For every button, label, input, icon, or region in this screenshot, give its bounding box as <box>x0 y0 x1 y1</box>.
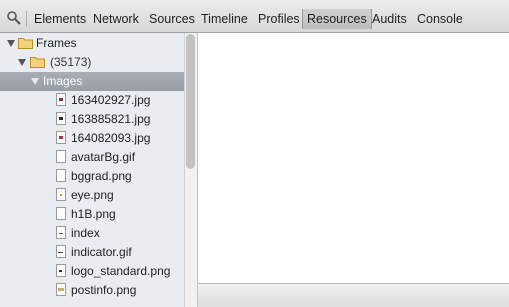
blank-file-icon <box>56 207 66 220</box>
image-file-icon <box>56 188 66 201</box>
tree-item-images[interactable]: Images <box>0 72 184 91</box>
resource-preview-pane <box>198 33 509 283</box>
file-name: 164082093.jpg <box>71 131 151 145</box>
file-name: 163885821.jpg <box>71 112 151 126</box>
file-name: avatarBg.gif <box>71 150 136 164</box>
toolbar-separator <box>26 11 27 27</box>
file-name: postinfo.png <box>71 283 137 297</box>
file-item[interactable]: 164082093.jpg <box>0 129 184 148</box>
file-item[interactable]: 163885821.jpg <box>0 110 184 129</box>
expand-triangle-icon[interactable] <box>18 59 26 66</box>
tab-network[interactable]: Network <box>90 9 142 29</box>
blank-file-icon <box>56 226 66 239</box>
file-name: bggrad.png <box>71 169 132 183</box>
tree-item-frames[interactable]: Frames <box>0 34 184 53</box>
file-item[interactable]: h1B.png <box>0 205 184 224</box>
status-bar <box>198 283 509 307</box>
sidebar-scrollbar-thumb[interactable] <box>186 34 195 169</box>
file-item[interactable]: indicator.gif <box>0 243 184 262</box>
tab-resources[interactable]: Resources <box>302 9 372 29</box>
expand-triangle-icon[interactable] <box>31 78 39 85</box>
tab-profiles[interactable]: Profiles <box>255 9 303 29</box>
tab-sources[interactable]: Sources <box>146 9 198 29</box>
image-file-icon <box>56 112 66 125</box>
file-name: logo_standard.png <box>71 264 171 278</box>
tree-item-label: Images <box>43 74 83 88</box>
file-item[interactable]: index <box>0 224 184 243</box>
folder-icon <box>18 38 33 49</box>
tab-audits[interactable]: Audits <box>369 9 410 29</box>
file-name: 163402927.jpg <box>71 93 151 107</box>
image-file-icon <box>56 264 66 277</box>
file-item[interactable]: 163402927.jpg <box>0 91 184 110</box>
image-file-icon <box>56 131 66 144</box>
image-file-icon <box>56 245 66 258</box>
tree-item-frame[interactable]: (35173) <box>0 53 184 72</box>
search-icon[interactable] <box>6 10 22 26</box>
tab-timeline[interactable]: Timeline <box>198 9 251 29</box>
resources-sidebar: Frames (35173) Images 163402927.jpg 1638… <box>0 33 184 307</box>
blank-file-icon <box>56 150 66 163</box>
file-item[interactable]: eye.png <box>0 186 184 205</box>
devtools-toolbar: Elements Network Sources Timeline Profil… <box>0 0 509 33</box>
file-item[interactable]: postinfo.png <box>0 281 184 300</box>
file-name: index <box>71 226 100 240</box>
tab-elements[interactable]: Elements <box>31 9 89 29</box>
blank-file-icon <box>56 169 66 182</box>
expand-triangle-icon[interactable] <box>7 40 15 47</box>
folder-icon <box>30 57 45 68</box>
tree-item-label: Frames <box>36 36 77 50</box>
file-name: indicator.gif <box>71 245 132 259</box>
file-item[interactable]: avatarBg.gif <box>0 148 184 167</box>
file-item[interactable]: logo_standard.png <box>0 262 184 281</box>
image-file-icon <box>56 283 66 296</box>
file-item[interactable]: bggrad.png <box>0 167 184 186</box>
image-file-icon <box>56 93 66 106</box>
file-name: h1B.png <box>71 207 116 221</box>
file-name: eye.png <box>71 188 114 202</box>
tree-item-label: (35173) <box>50 55 92 69</box>
tab-console[interactable]: Console <box>414 9 466 29</box>
